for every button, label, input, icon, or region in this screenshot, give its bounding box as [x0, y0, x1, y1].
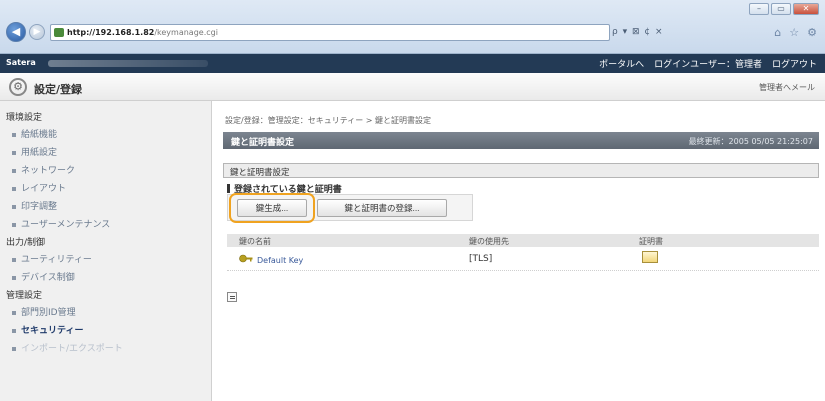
sidebar-item-print-adjust[interactable]: 印字調整 — [12, 199, 57, 212]
sidebar-item-paper-feed[interactable]: 給紙機能 — [12, 127, 57, 140]
gear-icon[interactable]: ⚙ — [807, 24, 817, 41]
top-header: Satera ポータルへ ログインユーザー：管理者 ログアウト — [0, 54, 825, 73]
sidebar-section-output: 出力/制御 — [6, 238, 46, 248]
back-button[interactable]: ◀ — [6, 22, 26, 42]
sidebar-item-label: 部門別ID管理 — [21, 308, 76, 318]
sidebar-item-label: セキュリティー — [21, 326, 84, 336]
sidebar-item-label: レイアウト — [21, 184, 67, 194]
sidebar-item-label: 印字調整 — [21, 202, 58, 212]
forward-arrow-icon: ▶ — [33, 27, 41, 37]
column-header-key-name: 鍵の名前 — [239, 237, 271, 246]
section-title: 鍵と証明書設定 — [230, 168, 290, 178]
settings-icon: ⚙ — [9, 78, 27, 96]
bullet-icon — [12, 150, 16, 155]
browser-chrome: – ▭ ✕ ◀ ▶ http://192.168.1.82/keymanage.… — [0, 0, 825, 54]
sidebar: 環境設定 給紙機能 用紙設定 ネットワーク レイアウト 印字調整 ユーザーメンテ… — [0, 101, 212, 401]
table-row: Default Key [TLS] — [227, 249, 819, 271]
key-use: [TLS] — [469, 254, 493, 264]
page-top-icon[interactable] — [227, 292, 237, 302]
sidebar-item-import-export[interactable]: インポート/エクスポート — [12, 341, 123, 354]
minimize-button[interactable]: – — [749, 3, 769, 15]
sidebar-item-label: 用紙設定 — [21, 148, 58, 158]
browser-icons: ⌂ ☆ ⚙ — [774, 24, 817, 41]
bullet-icon — [12, 328, 16, 333]
last-updated: 最終更新：2005 05/05 21:25:07 — [688, 137, 813, 146]
sidebar-item-label: ネットワーク — [21, 166, 76, 176]
portal-link[interactable]: ポータルへ — [599, 57, 644, 70]
sidebar-item-label: 給紙機能 — [21, 130, 58, 140]
url-path: /keymanage.cgi — [154, 28, 218, 37]
forward-button[interactable]: ▶ — [29, 24, 45, 40]
sidebar-section-environment: 環境設定 — [6, 113, 43, 123]
header-links: ポータルへ ログインユーザー：管理者 ログアウト — [599, 57, 817, 70]
address-bar[interactable]: http://192.168.1.82/keymanage.cgi — [50, 24, 610, 41]
breadcrumb: 設定/登録：管理設定：セキュリティー > 鍵と証明書設定 — [225, 116, 432, 125]
sidebar-item-label: ユーザーメンテナンス — [21, 220, 111, 230]
home-icon[interactable]: ⌂ — [774, 24, 781, 41]
page-title: 設定/登録 — [34, 83, 83, 96]
column-header-key-use: 鍵の使用先 — [469, 237, 509, 246]
page-heading: 鍵と証明書設定 — [231, 138, 295, 148]
device-name-blurred — [48, 60, 208, 67]
favicon-icon — [54, 28, 64, 37]
section-bar: 鍵と証明書設定 — [223, 163, 819, 178]
bullet-icon — [12, 222, 16, 227]
key-icon — [239, 254, 253, 263]
bullet-icon — [12, 346, 16, 351]
bullet-icon — [12, 257, 16, 262]
sidebar-item-department-id[interactable]: 部門別ID管理 — [12, 305, 76, 318]
sidebar-item-paper-settings[interactable]: 用紙設定 — [12, 145, 57, 158]
logout-link[interactable]: ログアウト — [772, 57, 817, 70]
bullet-icon — [12, 310, 16, 315]
sidebar-section-management: 管理設定 — [6, 291, 43, 301]
maximize-button[interactable]: ▭ — [771, 3, 791, 15]
page-heading-bar: 鍵と証明書設定 最終更新：2005 05/05 21:25:07 — [223, 132, 819, 149]
sidebar-item-user-maintenance[interactable]: ユーザーメンテナンス — [12, 217, 110, 230]
sidebar-item-security[interactable]: セキュリティー — [12, 323, 83, 336]
main-content: 設定/登録：管理設定：セキュリティー > 鍵と証明書設定 鍵と証明書設定 最終更… — [213, 101, 825, 401]
key-name: Default Key — [257, 256, 304, 265]
brand-name: Satera — [6, 58, 36, 67]
url-host: http://192.168.1.82 — [67, 28, 155, 37]
mail-admin-link[interactable]: 管理者へメール — [759, 82, 815, 93]
sidebar-item-label: デバイス制御 — [21, 273, 75, 283]
back-arrow-icon: ◀ — [11, 25, 21, 38]
highlight-frame — [229, 193, 315, 223]
close-button[interactable]: ✕ — [793, 3, 819, 15]
table-header: 鍵の名前 鍵の使用先 証明書 — [227, 234, 819, 247]
bullet-icon — [12, 275, 16, 280]
bullet-icon — [12, 132, 16, 137]
title-bar: ⚙ 設定/登録 管理者へメール — [0, 73, 825, 101]
bullet-icon — [12, 168, 16, 173]
certificate-icon[interactable] — [642, 251, 658, 263]
heading-marker-icon — [227, 184, 230, 193]
window-controls: – ▭ ✕ — [749, 3, 819, 15]
bullet-icon — [12, 186, 16, 191]
sidebar-item-utility[interactable]: ユーティリティー — [12, 252, 92, 265]
sidebar-item-layout[interactable]: レイアウト — [12, 181, 66, 194]
sidebar-item-label: ユーティリティー — [21, 255, 92, 265]
sidebar-item-network[interactable]: ネットワーク — [12, 163, 75, 176]
key-name-link[interactable]: Default Key — [239, 254, 303, 265]
sidebar-item-label: インポート/エクスポート — [21, 344, 123, 354]
bullet-icon — [12, 204, 16, 209]
star-icon[interactable]: ☆ — [789, 24, 799, 41]
column-header-certificate: 証明書 — [639, 237, 663, 246]
address-tools[interactable]: ρ ▾ ⊠ ¢ × — [612, 24, 663, 41]
sidebar-item-device-control[interactable]: デバイス制御 — [12, 270, 75, 283]
login-user-label: ログインユーザー：管理者 — [654, 60, 762, 70]
register-key-cert-button[interactable]: 鍵と証明書の登録... — [317, 199, 447, 217]
